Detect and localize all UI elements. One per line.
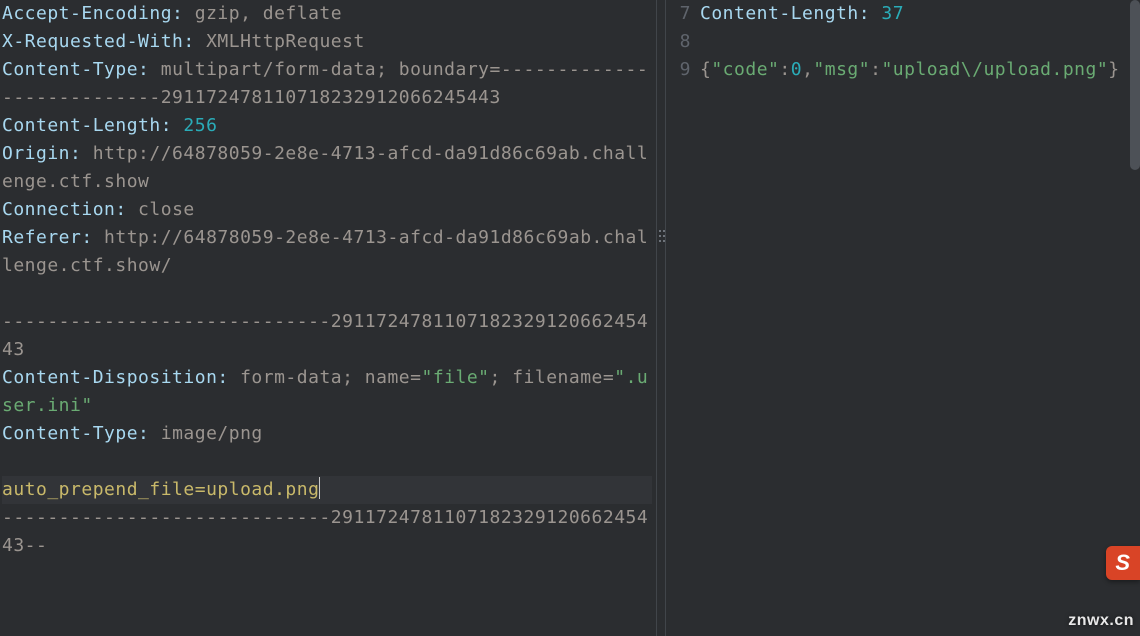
header-number: 256 <box>183 115 217 136</box>
blank-line[interactable] <box>2 280 652 308</box>
json-punct: : <box>779 59 790 80</box>
json-punct: { <box>700 59 711 80</box>
request-line[interactable]: Referer: http://64878059-2e8e-4713-afcd-… <box>2 224 652 280</box>
header-value: XMLHttpRequest <box>195 31 365 52</box>
header-value: ; filename= <box>490 367 615 388</box>
header-value <box>172 115 183 136</box>
body-text: -----------------------------29117247811… <box>2 311 648 360</box>
request-pane[interactable]: Accept-Encoding: gzip, deflateX-Requeste… <box>0 0 656 636</box>
header-key: Referer: <box>2 227 93 248</box>
header-key: Content-Length: <box>700 3 870 24</box>
editor-split-view: Accept-Encoding: gzip, deflateX-Requeste… <box>0 0 1140 636</box>
response-line[interactable]: {"code":0,"msg":"upload\/upload.png"} <box>700 56 1140 84</box>
request-line[interactable]: -----------------------------29117247811… <box>2 504 652 560</box>
body-text: -----------------------------29117247811… <box>2 507 648 556</box>
header-value: form-data; name= <box>229 367 422 388</box>
json-number: 0 <box>791 59 802 80</box>
header-key: Origin: <box>2 143 81 164</box>
header-key: Content-Type: <box>2 59 149 80</box>
json-string: "upload\/upload.png" <box>881 59 1108 80</box>
active-request-line[interactable]: auto_prepend_file=upload.png <box>2 476 652 504</box>
request-line[interactable]: Origin: http://64878059-2e8e-4713-afcd-d… <box>2 140 652 196</box>
request-line[interactable]: Accept-Encoding: gzip, deflate <box>2 0 652 28</box>
header-key: Accept-Encoding: <box>2 3 183 24</box>
watermark-text: znwx.cn <box>1068 612 1134 630</box>
line-number: 9 <box>666 56 691 84</box>
header-value: http://64878059-2e8e-4713-afcd-da91d86c6… <box>2 143 648 192</box>
json-punct: } <box>1108 59 1119 80</box>
header-key: Content-Type: <box>2 423 149 444</box>
json-punct: : <box>870 59 881 80</box>
header-key: Content-Length: <box>2 115 172 136</box>
blank-line[interactable] <box>700 28 1140 56</box>
request-line[interactable]: -----------------------------29117247811… <box>2 308 652 364</box>
pane-splitter[interactable] <box>656 0 666 636</box>
string-literal: "file" <box>421 367 489 388</box>
header-value: image/png <box>149 423 262 444</box>
line-number-gutter: 789 <box>666 0 698 636</box>
header-key: Connection: <box>2 199 127 220</box>
header-key: X-Requested-With: <box>2 31 195 52</box>
json-string: "code" <box>711 59 779 80</box>
json-string: "msg" <box>813 59 870 80</box>
request-line[interactable]: X-Requested-With: XMLHttpRequest <box>2 28 652 56</box>
splitter-grip-icon <box>658 230 666 242</box>
ime-letter: S <box>1115 550 1130 576</box>
response-line[interactable]: Content-Length: 37 <box>700 0 1140 28</box>
ime-badge[interactable]: S <box>1106 546 1140 580</box>
request-line[interactable]: Connection: close <box>2 196 652 224</box>
scrollbar-thumb[interactable] <box>1130 0 1140 170</box>
header-value: gzip, deflate <box>183 3 342 24</box>
request-line[interactable]: Content-Type: image/png <box>2 420 652 448</box>
header-value: close <box>127 199 195 220</box>
header-value <box>870 3 881 24</box>
line-number: 7 <box>666 0 691 28</box>
header-key: Content-Disposition: <box>2 367 229 388</box>
request-line[interactable]: Content-Length: 256 <box>2 112 652 140</box>
request-line[interactable]: Content-Type: multipart/form-data; bound… <box>2 56 652 112</box>
response-pane[interactable]: 789 Content-Length: 37 {"code":0,"msg":"… <box>666 0 1140 636</box>
json-punct: , <box>802 59 813 80</box>
blank-line[interactable] <box>2 448 652 476</box>
header-value: http://64878059-2e8e-4713-afcd-da91d86c6… <box>2 227 648 276</box>
request-line[interactable]: Content-Disposition: form-data; name="fi… <box>2 364 652 420</box>
text-caret <box>319 477 320 499</box>
line-number: 8 <box>666 28 691 56</box>
editor-selection-text: auto_prepend_file=upload.png <box>2 479 319 500</box>
header-number: 37 <box>881 3 904 24</box>
